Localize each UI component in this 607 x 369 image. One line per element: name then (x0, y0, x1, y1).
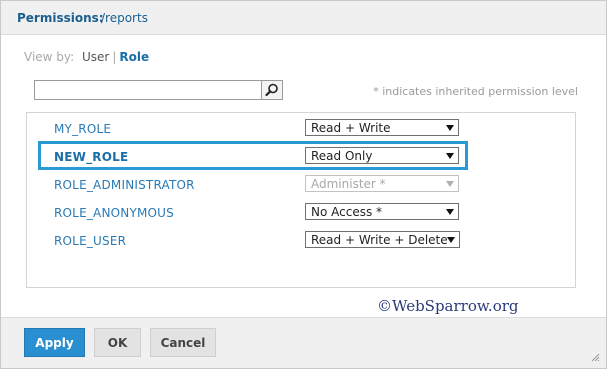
list-item: ROLE_USER Read + Write + Delete (27, 227, 575, 251)
view-by-role-link[interactable]: Role (119, 50, 149, 64)
search-input[interactable] (34, 80, 262, 100)
permission-select-value: Read + Write + Delete (311, 233, 448, 247)
permission-select[interactable]: Read Only (305, 147, 459, 164)
chevron-down-icon (446, 209, 454, 215)
apply-button[interactable]: Apply (24, 328, 85, 357)
permission-select[interactable]: Read + Write (305, 119, 459, 136)
role-name[interactable]: ROLE_ANONYMOUS (54, 206, 174, 220)
list-item: ROLE_ADMINISTRATOR Administer * (27, 171, 575, 195)
chevron-down-icon (447, 237, 455, 243)
chevron-down-icon (446, 125, 454, 131)
watermark: ©WebSparrow.org (377, 297, 519, 315)
list-item: ROLE_ANONYMOUS No Access * (27, 199, 575, 223)
permission-select[interactable]: No Access * (305, 203, 459, 220)
permission-select-value: Read + Write (311, 121, 391, 135)
cancel-button[interactable]: Cancel (150, 328, 216, 357)
dialog-title: Permissions: (17, 11, 104, 25)
role-name[interactable]: ROLE_USER (54, 234, 126, 248)
view-by-toggle: View by: User | Role (24, 50, 149, 64)
view-by-label: View by: (24, 50, 75, 64)
permissions-list: MY_ROLE Read + Write NEW_ROLE Read Only … (26, 112, 576, 288)
search-button[interactable] (261, 80, 283, 100)
search-icon (265, 83, 278, 97)
chevron-down-icon (446, 181, 454, 187)
dialog-footer: Apply OK Cancel (1, 317, 606, 368)
permission-select-value: No Access * (311, 205, 383, 219)
resize-grip-icon[interactable] (590, 352, 600, 362)
list-item: MY_ROLE Read + Write (27, 115, 575, 139)
dialog-titlebar: Permissions: /reports (1, 1, 606, 35)
permission-select-value: Administer * (311, 177, 386, 191)
role-name[interactable]: NEW_ROLE (54, 150, 128, 164)
chevron-down-icon (446, 153, 454, 159)
permission-select[interactable]: Read + Write + Delete (305, 231, 460, 248)
view-by-separator: | (112, 50, 117, 64)
role-name[interactable]: ROLE_ADMINISTRATOR (54, 178, 195, 192)
ok-button[interactable]: OK (94, 328, 141, 357)
role-name[interactable]: MY_ROLE (54, 122, 111, 136)
view-by-user-link[interactable]: User (82, 50, 109, 64)
dialog-title-path: /reports (101, 11, 148, 25)
list-item: NEW_ROLE Read Only (27, 143, 575, 167)
inherited-permission-hint: * indicates inherited permission level (373, 85, 578, 98)
permissions-dialog: Permissions: /reports View by: User | Role… (0, 0, 607, 369)
permission-select: Administer * (305, 175, 459, 192)
permission-select-value: Read Only (311, 149, 373, 163)
